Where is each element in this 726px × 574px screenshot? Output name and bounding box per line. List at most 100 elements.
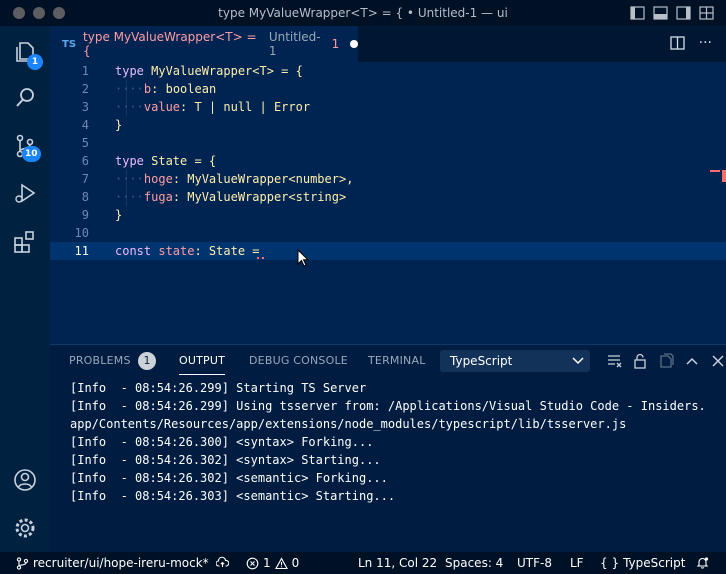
maximize-panel-icon[interactable] [684,353,700,369]
line-content: ····value: T | null | Error [115,100,311,114]
language-status[interactable]: { } TypeScript [600,556,685,570]
accounts-button[interactable] [0,458,50,502]
close-panel-icon[interactable] [710,353,726,369]
output-line: [Info - 08:54:26.303] <semantic> Startin… [70,489,396,503]
line-content: const state: State = [115,244,260,258]
language-braces-icon: { } [600,556,620,570]
line-content: type State = { [115,154,217,168]
warning-icon [274,556,288,569]
tab-problem-count: 1 [331,37,340,51]
run-debug-button[interactable] [0,172,50,216]
explorer-button[interactable]: 1 [0,30,50,74]
indentation-status[interactable]: Spaces: 4 [445,556,503,570]
code-line[interactable]: 1 type MyValueWrapper<T> = { [50,62,726,80]
language-mode: TypeScript [623,556,686,570]
tab-debug-console[interactable]: DEBUG CONSOLE [249,354,348,367]
bottom-panel: PROBLEMS 1 OUTPUT DEBUG CONSOLE TERMINAL… [50,344,726,552]
chevron-down-icon [572,357,584,365]
eol-status[interactable]: LF [570,556,584,570]
line-content: } [115,208,123,222]
tab-title: type MyValueWrapper<T> = { [83,30,257,58]
line-number: 8 [81,190,89,204]
line-number: 7 [81,172,89,186]
overview-ruler-error-mark [710,170,720,172]
line-number: 6 [81,154,89,168]
output-channel-select[interactable]: TypeScript [440,350,590,372]
branch-status[interactable]: recruiter/ui/hope-ireru-mock* [16,556,209,570]
code-line[interactable]: 11 const state: State = [50,242,726,260]
minimap-error-mark [722,170,726,182]
extensions-button[interactable] [0,220,50,264]
output-line: [Info - 08:54:26.299] Using tsserver fro… [70,399,706,413]
code-line[interactable]: 9} [50,206,726,224]
tab-terminal[interactable]: TERMINAL [368,354,426,367]
code-line[interactable]: 2 ····b: boolean [50,80,726,98]
problems-badge: 1 [138,352,156,370]
cloud-upload-icon [216,556,229,567]
output-line: [Info - 08:54:26.302] <semantic> Forking… [70,471,388,485]
toggle-sidebar-icon[interactable] [630,6,645,20]
explorer-badge: 1 [27,54,43,70]
open-output-in-editor-icon[interactable] [658,353,674,369]
problems-status[interactable]: 1 0 [246,556,299,570]
activity-bar: 1 10 [0,26,50,552]
code-line[interactable]: 10 [50,224,726,242]
output-line: [Info - 08:54:26.300] <syntax> Forking..… [70,435,374,449]
lock-scroll-icon[interactable] [632,353,648,369]
bell-icon [696,557,709,569]
extensions-icon [14,231,34,253]
editor-tab[interactable]: TS type MyValueWrapper<T> = { Untitled-1… [50,26,359,62]
search-icon [16,88,34,107]
output-line: [Info - 08:54:26.299] Starting TS Server [70,381,367,395]
line-number: 2 [81,82,89,96]
line-content: } [115,118,123,132]
split-editor-icon[interactable] [669,36,685,50]
clear-output-icon[interactable] [606,353,622,369]
line-number: 5 [81,136,89,150]
line-number: 10 [74,226,89,240]
code-line[interactable]: 5 [50,134,726,152]
more-actions-icon[interactable]: ··· [699,36,712,50]
code-line[interactable]: 4} [50,116,726,134]
notifications-button[interactable] [696,556,709,569]
line-content: ····b: boolean [115,82,217,96]
branch-name: recruiter/ui/hope-ireru-mock* [33,556,209,570]
output-channel-value: TypeScript [450,354,513,368]
code-line[interactable]: 6 type State = { [50,152,726,170]
output-line: app/Contents/Resources/app/extensions/no… [70,417,627,431]
customize-layout-icon[interactable] [699,6,714,20]
code-line[interactable]: 7 ····hoge: MyValueWrapper<number>, [50,170,726,188]
sync-status[interactable] [216,556,229,569]
gear-icon [15,518,35,538]
typescript-file-icon: TS [62,38,77,50]
run-debug-icon [15,183,36,203]
search-button[interactable] [0,76,50,120]
error-icon [246,557,259,569]
line-content: ····fuga: MyValueWrapper<string> [115,190,347,204]
mouse-pointer-icon [297,249,309,267]
tab-problems[interactable]: PROBLEMS [69,354,131,367]
code-line[interactable]: 8 ····fuga: MyValueWrapper<string> [50,188,726,206]
title-bar: type MyValueWrapper<T> = { • Untitled-1 … [0,0,726,26]
output-log: [Info - 08:54:26.299] Starting TS Server… [70,379,706,505]
source-control-button[interactable]: 10 [0,124,50,168]
git-branch-icon [16,556,29,570]
code-editor[interactable]: 1 type MyValueWrapper<T> = { 2 ····b: boole… [50,62,726,344]
window-title: type MyValueWrapper<T> = { • Untitled-1 … [218,6,508,20]
toggle-panel-icon[interactable] [653,6,668,20]
tab-output[interactable]: OUTPUT [179,354,226,375]
manage-button[interactable] [0,506,50,550]
line-number: 4 [81,118,89,132]
line-content: ····hoge: MyValueWrapper<number>, [115,172,354,186]
unsaved-dot-icon[interactable] [350,40,359,48]
cursor-position[interactable]: Ln 11, Col 22 [358,556,437,570]
line-number: 9 [81,208,89,222]
line-number: 3 [81,100,89,114]
editor-tab-bar: TS type MyValueWrapper<T> = { Untitled-1… [50,26,726,62]
code-line[interactable]: 3 ····value: T | null | Error [50,98,726,116]
toggle-secondary-sidebar-icon[interactable] [676,6,691,20]
line-content: type MyValueWrapper<T> = { [115,64,303,78]
warning-count: 0 [291,556,300,570]
encoding-status[interactable]: UTF-8 [517,556,552,570]
tab-description: Untitled-1 [268,30,321,58]
